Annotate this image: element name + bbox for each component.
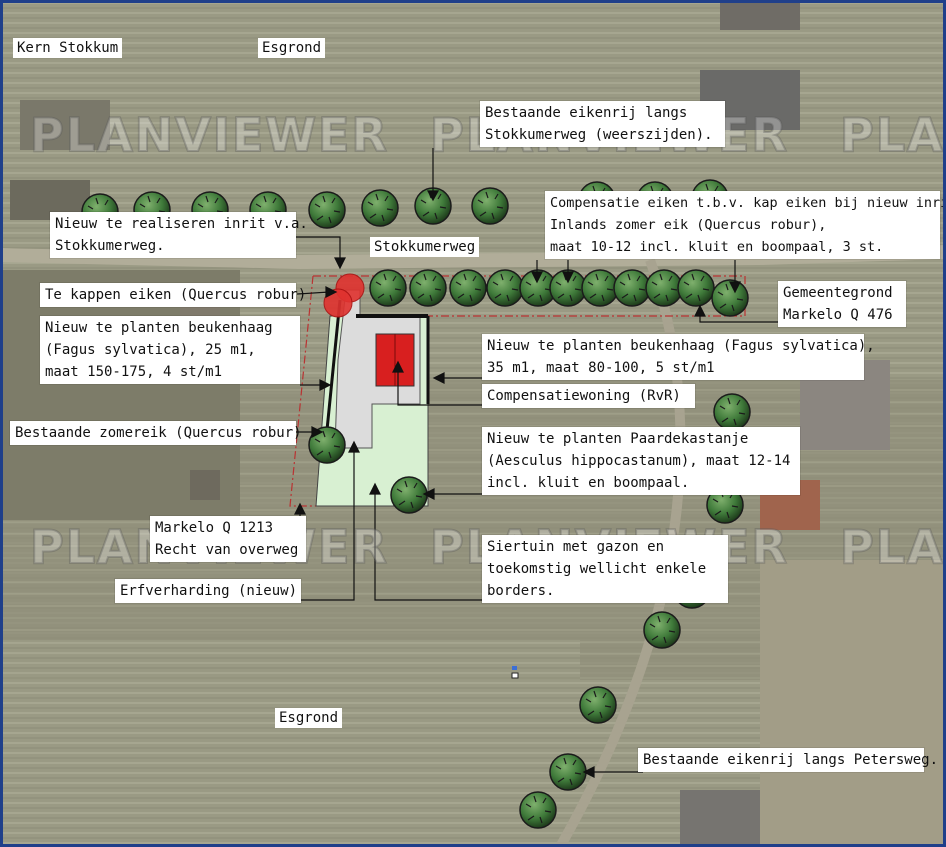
label-eikenrij-petersweg: Bestaande eikenrij langs Petersweg. — [638, 748, 938, 772]
watermark: PLANVIEWER — [839, 519, 946, 575]
label-siertuin: Siertuin met gazon en toekomstig wellich… — [482, 535, 728, 603]
label-zomereik: Bestaande zomereik (Quercus robur) — [10, 421, 302, 445]
label-eikenrij-stokkumerweg: Bestaande eikenrij langs Stokkumerweg (w… — [480, 101, 725, 147]
place-esgrond-bottom: Esgrond — [275, 708, 343, 728]
label-markelo-1213: Markelo Q 1213 Recht van overweg — [150, 516, 306, 562]
label-beukenhaag-links: Nieuw te planten beukenhaag (Fagus sylva… — [40, 316, 300, 384]
place-esgrond-top: Esgrond — [258, 38, 326, 58]
place-stokkumerweg: Stokkumerweg — [370, 237, 480, 257]
label-paardekastanje: Nieuw te planten Paardekastanje (Aesculu… — [482, 427, 800, 495]
label-compensatie-eiken: Compensatie eiken t.b.v. kap eiken bij n… — [545, 191, 946, 259]
label-te-kappen: Te kappen eiken (Quercus robur) — [40, 283, 306, 307]
label-beukenhaag-rechts: Nieuw te planten beukenhaag (Fagus sylva… — [482, 334, 875, 380]
label-compensatiewoning: Compensatiewoning (RvR) — [482, 384, 695, 408]
label-nieuw-inrit: Nieuw te realiseren inrit v.a. Stokkumer… — [50, 212, 308, 258]
tree-icon — [390, 476, 428, 514]
label-gemeentegrond: Gemeentegrond Markelo Q 476 — [778, 281, 906, 327]
site-plan-map: PLANVIEWER PLANVIEWER PLANVIEWER PLANVIE… — [0, 0, 946, 847]
label-erfverharding: Erfverharding (nieuw) — [115, 579, 301, 603]
place-kern-stokkum: Kern Stokkum — [13, 38, 123, 58]
watermark: PLANVIEWER — [29, 107, 389, 163]
watermark: PLANVIEWER — [839, 107, 946, 163]
